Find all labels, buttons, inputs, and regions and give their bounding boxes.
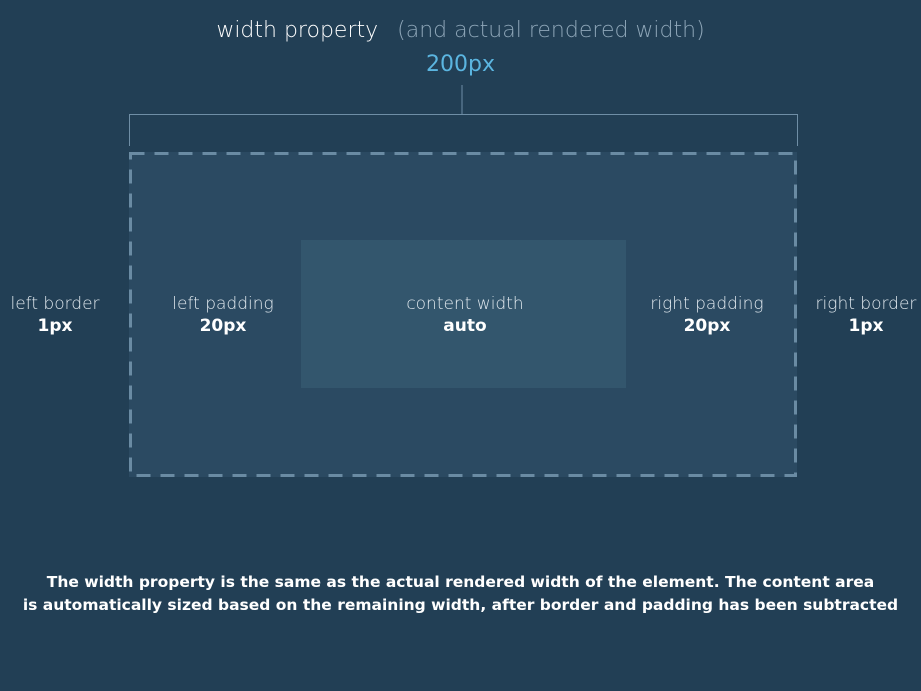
right-padding-label: right padding 20px — [642, 293, 772, 337]
left-padding-value: 20px — [199, 316, 247, 336]
left-border-value: 1px — [37, 316, 73, 336]
content-width-name: content width — [406, 294, 524, 314]
left-padding-name: left padding — [172, 294, 274, 314]
right-border-name: right border — [815, 294, 917, 314]
content-width-label: content width auto — [390, 293, 540, 337]
content-width-value: auto — [443, 316, 487, 336]
right-padding-value: 20px — [683, 316, 731, 336]
left-border-label: left border 1px — [0, 293, 110, 337]
right-border-label: right border 1px — [811, 293, 921, 337]
note-line-2: is automatically sized based on the rema… — [22, 596, 899, 614]
left-border-name: left border — [10, 294, 100, 314]
explanation-note: The width property is the same as the ac… — [0, 571, 921, 617]
right-border-value: 1px — [848, 316, 884, 336]
right-padding-name: right padding — [650, 294, 764, 314]
left-padding-label: left padding 20px — [163, 293, 283, 337]
note-line-1: The width property is the same as the ac… — [46, 573, 875, 591]
width-bracket — [129, 85, 798, 146]
